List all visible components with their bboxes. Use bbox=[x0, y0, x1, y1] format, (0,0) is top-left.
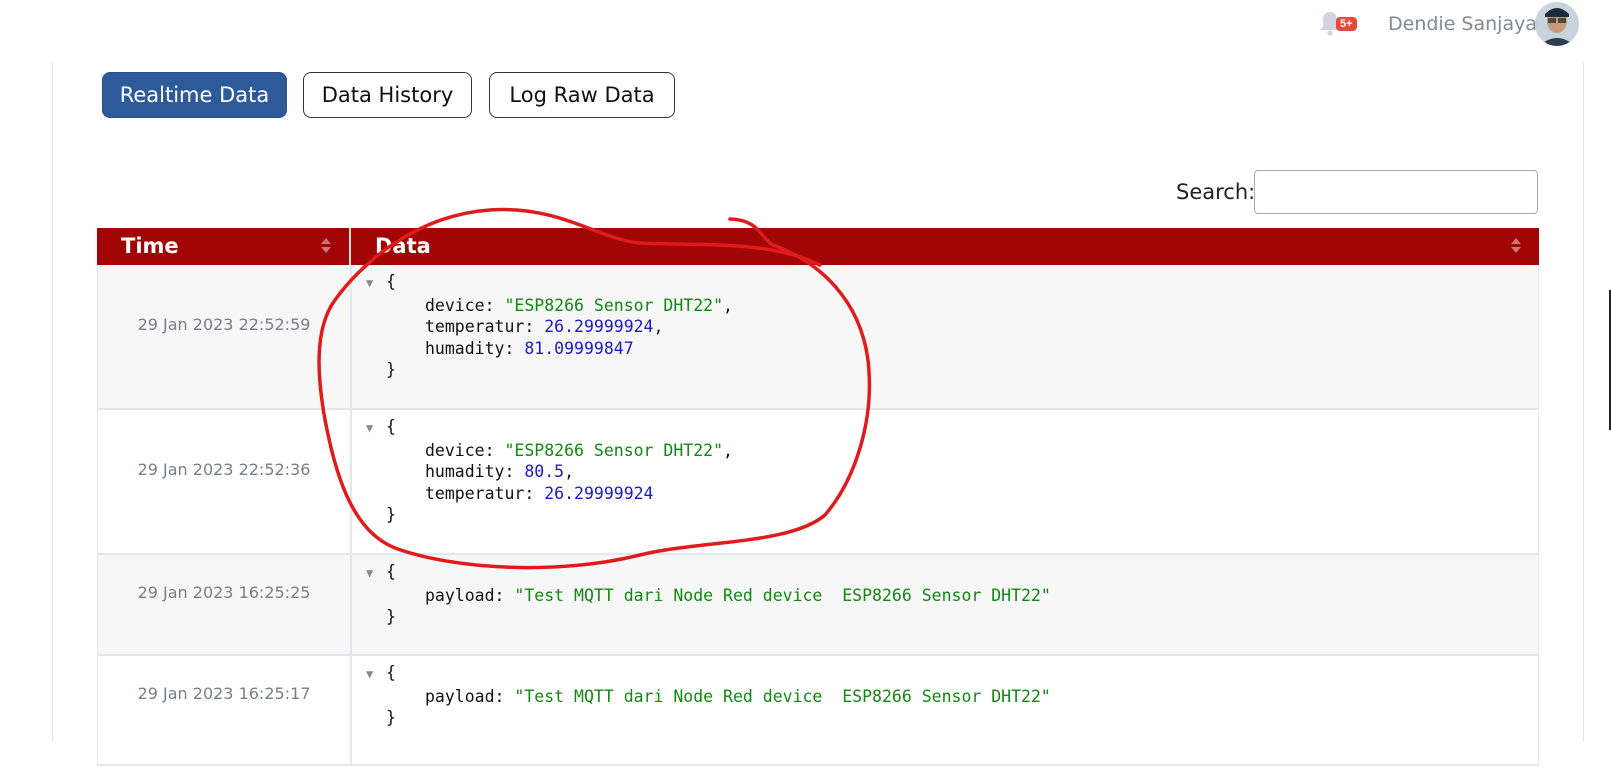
json-close-brace: } bbox=[386, 360, 396, 379]
json-comma: , bbox=[723, 295, 733, 315]
json-field: device: "ESP8266 Sensor DHT22", bbox=[366, 295, 733, 317]
json-value: "Test MQTT dari Node Red device ESP8266 … bbox=[514, 686, 1051, 706]
json-field: device: "ESP8266 Sensor DHT22", bbox=[366, 440, 733, 462]
cell-time: 29 Jan 2023 16:25:17 bbox=[137, 684, 311, 704]
json-comma: , bbox=[723, 440, 733, 460]
column-header-data-label: Data bbox=[375, 234, 431, 258]
collapse-triangle-icon[interactable]: ▼ bbox=[366, 664, 386, 686]
json-close-brace: } bbox=[386, 708, 396, 727]
table-header: Time Data bbox=[97, 228, 1539, 265]
json-key: temperatur bbox=[425, 317, 525, 336]
json-value: "ESP8266 Sensor DHT22" bbox=[504, 440, 724, 460]
json-key: temperatur bbox=[425, 483, 525, 503]
cell-data: ▼{device: "ESP8266 Sensor DHT22", humadit… bbox=[350, 410, 1540, 553]
json-viewer: ▼{device: "ESP8266 Sensor DHT22", humadit… bbox=[366, 416, 733, 526]
json-open-brace: { bbox=[386, 562, 396, 581]
json-field: temperatur: 26.29999924, bbox=[366, 316, 733, 338]
collapse-triangle-icon[interactable]: ▼ bbox=[366, 563, 386, 585]
column-header-time[interactable]: Time bbox=[97, 228, 349, 265]
table-row: 29 Jan 2023 16:25:25 ▼{ payload: "Test MQT… bbox=[97, 555, 1539, 656]
tab-log-raw-data[interactable]: Log Raw Data bbox=[489, 72, 675, 118]
notification-badge: 5+ bbox=[1336, 17, 1357, 31]
json-field: payload: "Test MQTT dari Node Red device… bbox=[366, 686, 1051, 708]
json-field: temperatur: 26.29999924 bbox=[366, 483, 733, 505]
json-viewer: ▼{device: "ESP8266 Sensor DHT22", tempera… bbox=[366, 271, 733, 381]
json-field: humadity: 81.09999847 bbox=[366, 338, 733, 360]
top-navbar: 5+ Dendie Sanjaya ... bbox=[0, 0, 1611, 48]
search-input[interactable] bbox=[1254, 170, 1538, 214]
json-colon: : bbox=[484, 440, 505, 460]
json-close-brace: } bbox=[386, 505, 396, 524]
sort-icon[interactable] bbox=[1511, 236, 1521, 256]
collapse-triangle-icon[interactable]: ▼ bbox=[366, 273, 386, 295]
json-open-brace: { bbox=[386, 272, 396, 291]
json-viewer: ▼{ payload: "Test MQTT dari Node Red devi… bbox=[366, 662, 1051, 729]
json-value: "Test MQTT dari Node Red device ESP8266 … bbox=[514, 585, 1051, 605]
json-value: 81.09999847 bbox=[524, 338, 634, 358]
table-row: 29 Jan 2023 22:52:36 ▼{ device: "ESP8266 S… bbox=[97, 410, 1539, 555]
user-avatar[interactable] bbox=[1535, 2, 1579, 46]
json-key: payload bbox=[425, 686, 495, 706]
json-colon: : bbox=[484, 295, 505, 315]
cell-data: ▼{ payload: "Test MQTT dari Node Red devi… bbox=[350, 555, 1540, 654]
json-value: 26.29999924 bbox=[544, 317, 654, 336]
json-comma: , bbox=[564, 462, 575, 481]
cell-time: 29 Jan 2023 22:52:36 bbox=[137, 459, 311, 479]
collapse-triangle-icon[interactable]: ▼ bbox=[366, 418, 386, 440]
cell-data: ▼{ payload: "Test MQTT dari Node Red devi… bbox=[350, 656, 1540, 764]
json-field: humadity: 80.5, bbox=[366, 461, 733, 483]
tab-realtime-data[interactable]: Realtime Data bbox=[102, 72, 287, 118]
table-row: 29 Jan 2023 16:25:17 ▼{ payload: "Test MQT… bbox=[97, 656, 1539, 766]
column-header-time-label: Time bbox=[121, 234, 179, 258]
cell-time: 29 Jan 2023 16:25:25 bbox=[137, 583, 311, 603]
cell-time: 29 Jan 2023 22:52:59 bbox=[137, 314, 311, 334]
search-label: Search: bbox=[1176, 180, 1256, 204]
json-value: "ESP8266 Sensor DHT22" bbox=[504, 295, 724, 315]
json-colon: : bbox=[504, 338, 525, 358]
json-close-brace: } bbox=[386, 607, 396, 626]
json-colon: : bbox=[504, 462, 525, 481]
json-value: 80.5 bbox=[524, 462, 565, 481]
json-key: humadity bbox=[425, 462, 505, 481]
json-key: device bbox=[425, 295, 485, 315]
json-colon: : bbox=[524, 483, 545, 503]
table-row: 29 Jan 2023 22:52:59 ▼{ device: "ESP8266 S… bbox=[97, 265, 1539, 410]
json-value: 26.29999924 bbox=[544, 483, 654, 503]
json-comma: , bbox=[653, 317, 664, 336]
column-header-data[interactable]: Data bbox=[349, 228, 1539, 265]
json-open-brace: { bbox=[386, 663, 396, 682]
json-colon: : bbox=[494, 686, 515, 706]
json-key: device bbox=[425, 440, 485, 460]
json-colon: : bbox=[494, 585, 515, 605]
json-key: humadity bbox=[425, 338, 505, 358]
json-colon: : bbox=[524, 317, 545, 336]
tab-data-history[interactable]: Data History bbox=[303, 72, 472, 118]
json-open-brace: { bbox=[386, 417, 396, 436]
cell-data: ▼{device: "ESP8266 Sensor DHT22", tempera… bbox=[350, 265, 1540, 408]
json-viewer: ▼{ payload: "Test MQTT dari Node Red devi… bbox=[366, 561, 1051, 628]
json-field: payload: "Test MQTT dari Node Red device… bbox=[366, 585, 1051, 607]
json-key: payload bbox=[425, 585, 495, 605]
sort-icon[interactable] bbox=[321, 236, 331, 256]
